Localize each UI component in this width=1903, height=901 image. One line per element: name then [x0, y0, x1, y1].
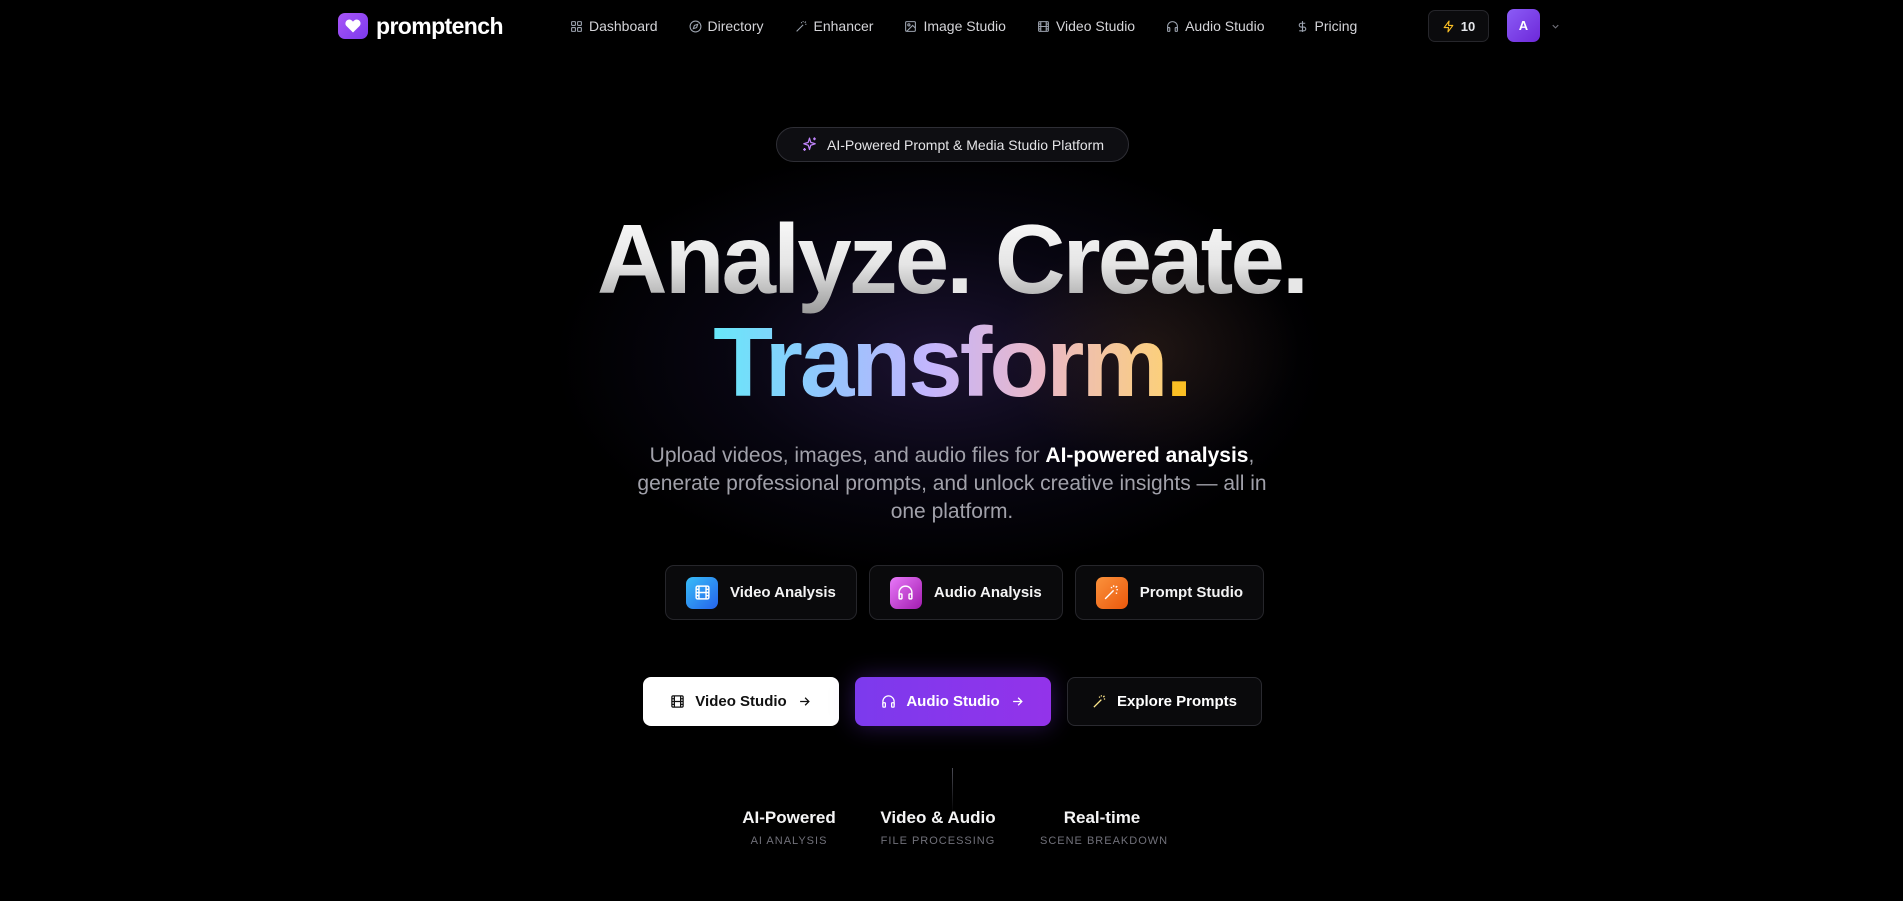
film-icon: [686, 576, 718, 609]
chevron-down-icon[interactable]: [1550, 19, 1561, 37]
top-nav: promptench Dashboard Directory Enhancer …: [0, 0, 1903, 52]
video-studio-button[interactable]: Video Studio: [643, 677, 839, 726]
stat-title: AI-Powered: [742, 808, 836, 827]
stat-subtitle: AI ANALYSIS: [750, 835, 828, 847]
stat-subtitle: FILE PROCESSING: [880, 835, 996, 847]
credits-count: 10: [1460, 18, 1476, 34]
sparkles-icon: [803, 137, 816, 151]
explore-prompts-label: Explore Prompts: [1116, 693, 1238, 710]
feature-video-analysis[interactable]: Video Analysis: [665, 565, 857, 620]
arrow-right-icon: [1012, 697, 1023, 706]
stat-title: Real-time: [1063, 808, 1141, 827]
nav-dashboard[interactable]: Dashboard: [570, 18, 658, 34]
nav-audio-studio[interactable]: Audio Studio: [1166, 18, 1265, 34]
wand-icon: [1095, 576, 1128, 609]
image-icon: [905, 20, 917, 32]
subtitle-emphasis: AI-powered analysis: [1045, 444, 1249, 467]
headphones-icon: [882, 695, 896, 708]
headline-line-2: Transform.: [0, 313, 1903, 411]
explore-prompts-button[interactable]: Explore Prompts: [1067, 677, 1262, 726]
subtitle-part-1: Upload videos, images, and audio files f…: [649, 444, 1046, 467]
nav-image-studio[interactable]: Image Studio: [904, 18, 1006, 34]
stat-title: Video & Audio: [880, 808, 996, 827]
nav-links: Dashboard Directory Enhancer Image Studi…: [570, 15, 1388, 37]
feature-label: Audio Analysis: [933, 584, 1042, 601]
feature-prompt-studio[interactable]: Prompt Studio: [1074, 565, 1265, 620]
grid-icon: [571, 20, 582, 32]
stat-real-time: Real-time SCENE BREAKDOWN: [1040, 808, 1169, 847]
headline-word-create: Create: [994, 204, 1285, 314]
headline-dot: .: [1281, 204, 1309, 314]
headphones-icon: [1167, 20, 1179, 32]
feature-label: Prompt Studio: [1139, 584, 1244, 601]
nav-label: Image Studio: [923, 18, 1006, 34]
feature-cards: Video Analysis Audio Analysis Prompt Stu…: [665, 565, 1265, 620]
brand-home-link[interactable]: promptench: [338, 12, 503, 40]
headline-dot: .: [1165, 307, 1193, 417]
compass-icon: [689, 20, 701, 32]
headphones-icon: [889, 576, 922, 609]
stat-ai-powered: AI-Powered AI ANALYSIS: [742, 808, 836, 847]
film-icon: [671, 695, 685, 708]
nav-label: Pricing: [1314, 18, 1358, 34]
headline-line-1: Analyze. Create.: [0, 210, 1903, 308]
nav-pricing[interactable]: Pricing: [1296, 18, 1358, 34]
dollar-icon: [1298, 20, 1306, 32]
hero-badge-text: AI-Powered Prompt & Media Studio Platfor…: [826, 136, 1104, 153]
bolt-icon: [1443, 20, 1454, 32]
credits-button[interactable]: 10: [1428, 10, 1489, 42]
headline-word-analyze: Analyze: [596, 204, 949, 314]
nav-video-studio[interactable]: Video Studio: [1037, 18, 1135, 34]
nav-enhancer[interactable]: Enhancer: [795, 18, 874, 34]
nav-label: Audio Studio: [1185, 18, 1265, 34]
avatar-initial: A: [1518, 18, 1529, 33]
nav-label: Dashboard: [589, 18, 658, 34]
nav-directory[interactable]: Directory: [689, 18, 764, 34]
hero-subtitle: Upload videos, images, and audio files f…: [622, 442, 1282, 526]
headline-word-transform: Transform: [713, 307, 1168, 417]
feature-audio-analysis[interactable]: Audio Analysis: [868, 565, 1063, 620]
hero-badge: AI-Powered Prompt & Media Studio Platfor…: [776, 127, 1129, 162]
audio-studio-label: Audio Studio: [906, 693, 1000, 710]
film-icon: [1038, 20, 1049, 32]
feature-label: Video Analysis: [730, 584, 836, 601]
cta-row: Video Studio Audio Studio Explore Prompt…: [643, 677, 1262, 726]
nav-label: Directory: [707, 18, 764, 34]
headline-dot: .: [946, 204, 973, 314]
nav-label: Enhancer: [813, 18, 874, 34]
audio-studio-button[interactable]: Audio Studio: [855, 677, 1051, 726]
heart-icon: [338, 13, 368, 39]
stat-video-audio: Video & Audio FILE PROCESSING: [876, 808, 1000, 847]
video-studio-label: Video Studio: [695, 693, 787, 710]
wand-icon: [795, 20, 806, 32]
avatar[interactable]: A: [1507, 9, 1540, 42]
brand-name: promptench: [376, 12, 503, 39]
arrow-right-icon: [799, 697, 810, 706]
nav-label: Video Studio: [1055, 18, 1136, 34]
stat-subtitle: SCENE BREAKDOWN: [1040, 835, 1169, 847]
wand-icon: [1093, 695, 1106, 708]
